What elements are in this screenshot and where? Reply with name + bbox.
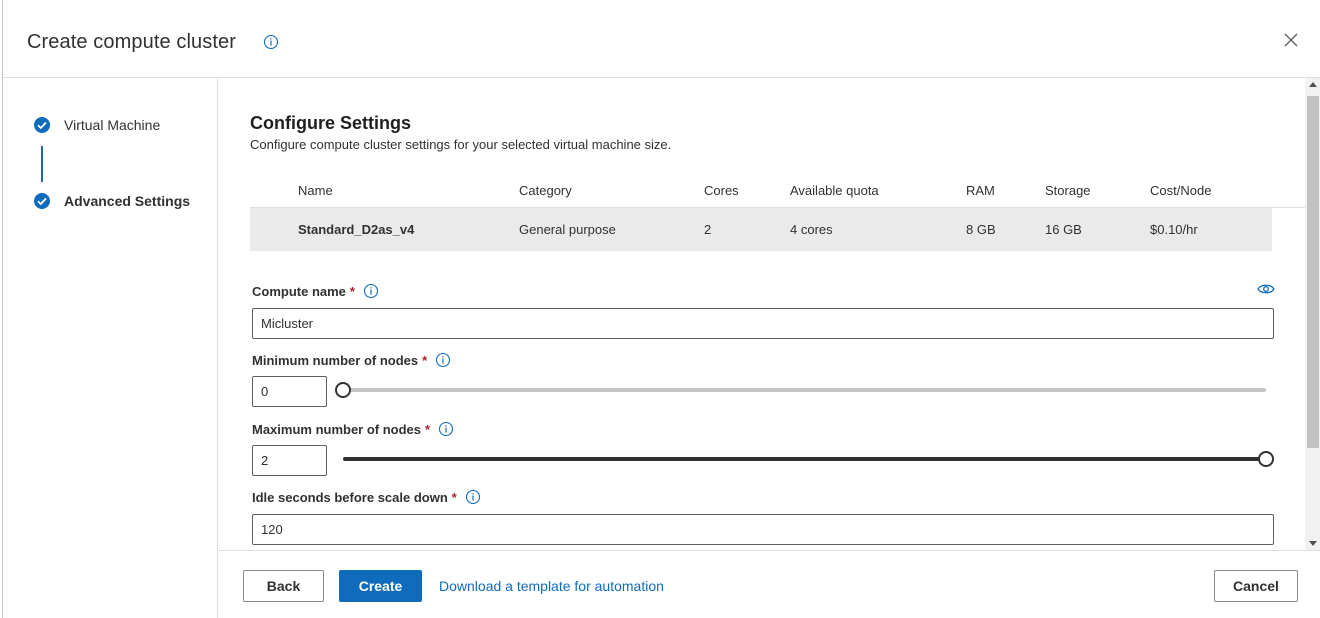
idle-seconds-label: Idle seconds before scale down * [252,489,481,505]
max-nodes-slider[interactable] [343,448,1274,468]
info-icon[interactable] [435,352,451,368]
scroll-up-arrow-icon[interactable] [1309,82,1317,87]
min-nodes-input[interactable]: 0 [252,376,327,407]
column-header: Cores [704,183,739,198]
check-circle-icon [34,117,50,133]
table-cell: 8 GB [966,222,996,237]
slider-fill [343,457,1266,461]
step-advanced-settings[interactable]: Advanced Settings [33,192,190,210]
section-subtitle: Configure compute cluster settings for y… [250,137,672,152]
download-template-link[interactable]: Download a template for automation [439,578,664,594]
table-cell: General purpose [519,222,616,237]
max-nodes-input[interactable]: 2 [252,445,327,476]
vertical-scrollbar[interactable] [1305,78,1320,550]
field-label-text: Compute name [252,283,346,299]
cancel-button[interactable]: Cancel [1214,570,1298,602]
field-label-text: Minimum number of nodes [252,352,419,368]
column-header: Cost/Node [1150,183,1212,198]
vm-summary-table: Name Category Cores Available quota RAM … [250,174,1305,251]
table-cell: 16 GB [1045,222,1082,237]
table-cell: 4 cores [790,222,833,237]
scroll-down-arrow-icon[interactable] [1309,541,1317,546]
column-header: Storage [1045,183,1091,198]
column-header: Category [519,183,572,198]
info-icon[interactable] [263,34,279,50]
info-icon[interactable] [465,489,481,505]
dialog-header: Create compute cluster [3,0,1320,78]
eye-icon[interactable] [1257,282,1275,296]
table-row: Standard_D2as_v4 General purpose 2 4 cor… [250,208,1272,251]
info-icon[interactable] [363,283,379,299]
create-compute-dialog: Create compute cluster Virtual Machine A… [2,0,1320,618]
required-mark: * [425,421,431,437]
scroll-thumb[interactable] [1307,96,1319,448]
back-button[interactable]: Back [243,570,324,602]
dialog-title: Create compute cluster [27,31,236,53]
step-label: Virtual Machine [64,117,161,133]
min-nodes-slider[interactable] [335,379,1266,399]
compute-name-label: Compute name * [252,283,379,299]
slider-track [343,388,1266,392]
column-header: Available quota [790,183,879,198]
table-cell: $0.10/hr [1150,222,1198,237]
table-cell: Standard_D2as_v4 [298,222,415,237]
info-icon[interactable] [438,421,454,437]
field-label-text: Maximum number of nodes [252,421,422,437]
create-button[interactable]: Create [339,570,422,602]
table-header-row: Name Category Cores Available quota RAM … [250,174,1305,208]
field-label-text: Idle seconds before scale down [252,489,448,505]
max-nodes-label: Maximum number of nodes * [252,421,454,437]
min-nodes-label: Minimum number of nodes * [252,352,451,368]
required-mark: * [451,489,457,505]
slider-thumb[interactable] [335,382,351,398]
step-label: Advanced Settings [64,193,191,209]
step-connector [41,146,43,182]
step-virtual-machine[interactable]: Virtual Machine [33,116,160,134]
compute-name-input[interactable]: Micluster [252,308,1274,339]
column-header: RAM [966,183,995,198]
required-mark: * [349,283,355,299]
slider-thumb[interactable] [1258,451,1274,467]
dialog-footer: Back Create Download a template for auto… [219,550,1320,618]
required-mark: * [422,352,428,368]
check-circle-icon [34,193,50,209]
column-header: Name [298,183,333,198]
section-title: Configure Settings [250,113,411,133]
main-content: Configure Settings Configure compute clu… [219,78,1305,550]
table-cell: 2 [704,222,712,237]
wizard-steps: Virtual Machine Advanced Settings [3,78,218,618]
close-icon[interactable] [1281,30,1301,50]
idle-seconds-input[interactable]: 120 [252,514,1274,545]
